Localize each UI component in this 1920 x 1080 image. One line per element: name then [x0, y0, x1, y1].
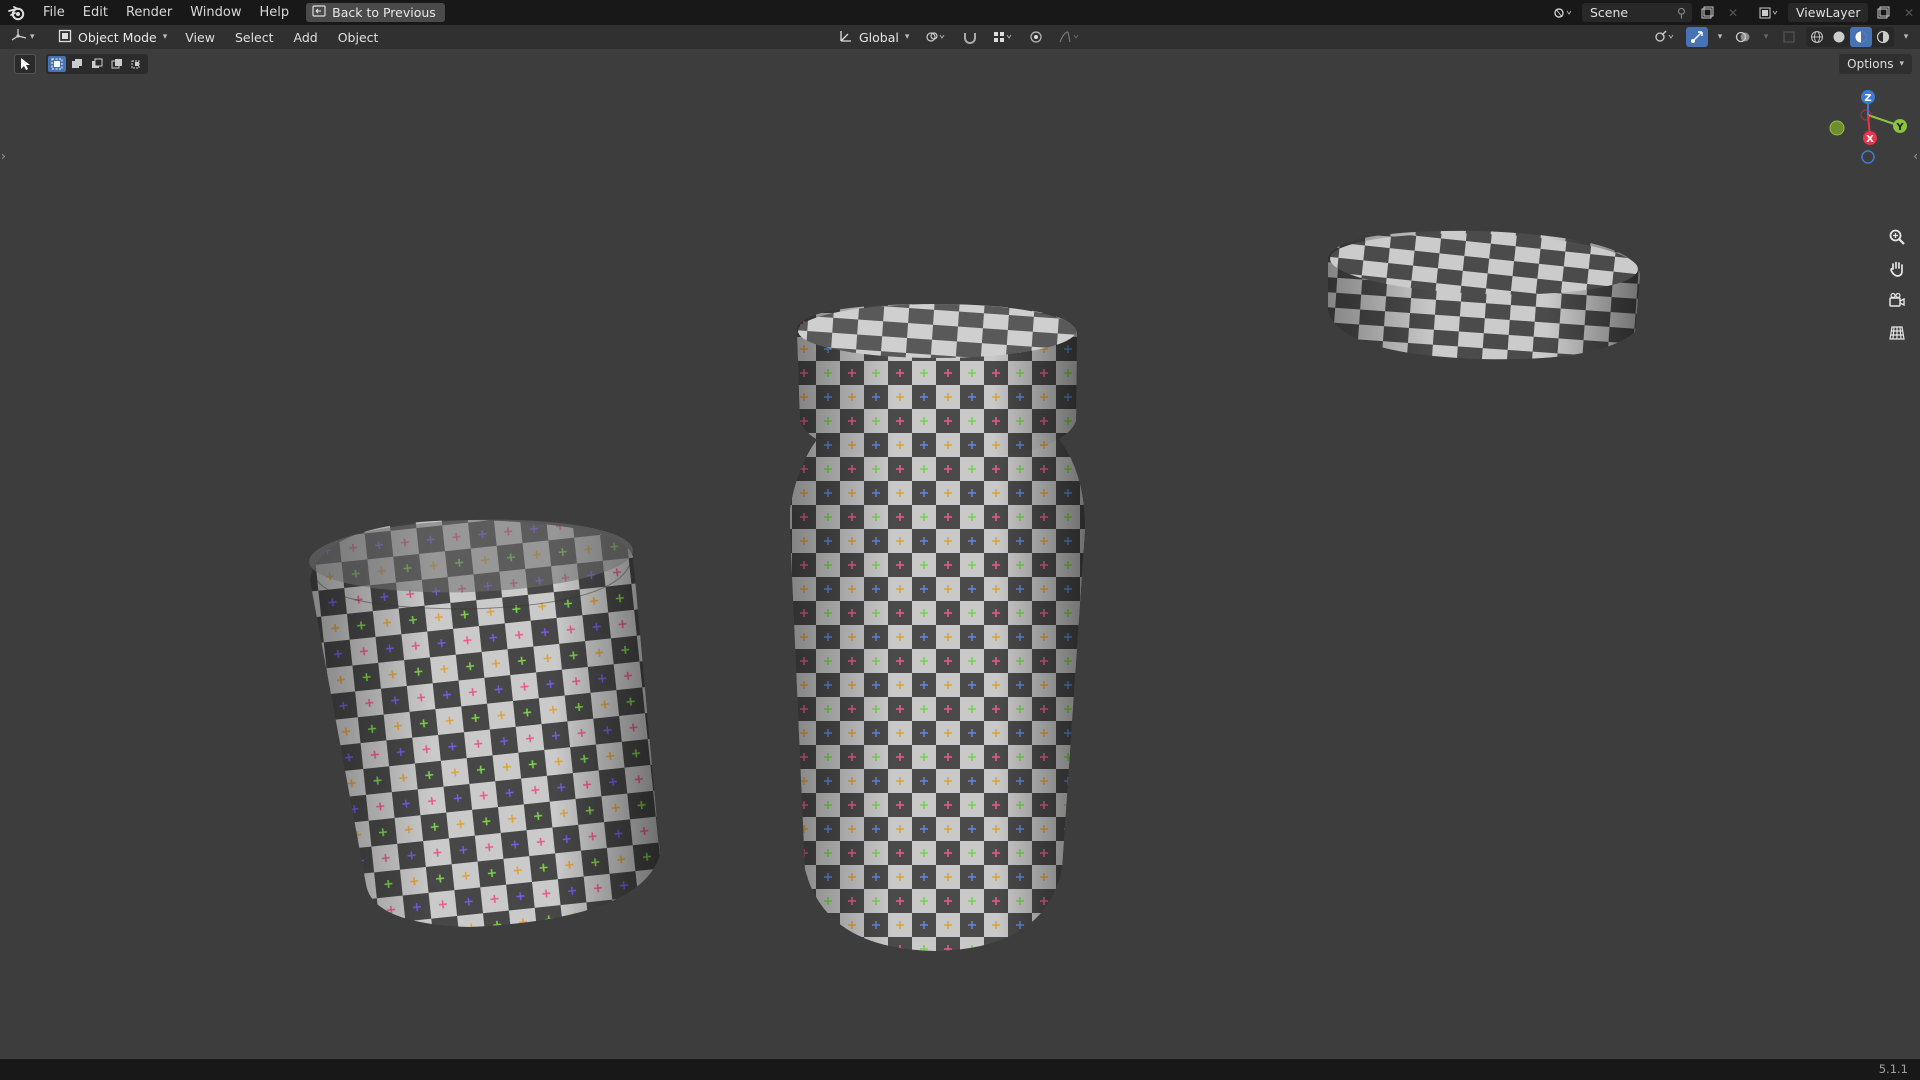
menu-view[interactable]: View	[175, 30, 225, 45]
sidebar-toggle-icon[interactable]: ‹	[1913, 149, 1918, 163]
3d-viewport[interactable]: Z Y X › ‹	[0, 49, 1920, 1059]
new-view-layer-icon[interactable]	[1872, 3, 1894, 22]
menu-file[interactable]: File	[34, 0, 74, 25]
transform-controls: Global ▾	[835, 25, 1085, 49]
pan-hand-icon[interactable]	[1884, 256, 1910, 282]
navigation-gizmo[interactable]: Z Y X	[1829, 90, 1907, 164]
material-preview-shading-icon[interactable]	[1850, 27, 1872, 47]
shading-dropdown-icon[interactable]: ▾	[1900, 27, 1912, 47]
object-mode-label: Object Mode	[78, 29, 157, 45]
proportional-editing-icon[interactable]	[1025, 27, 1047, 47]
falloff-icon[interactable]	[1055, 27, 1085, 47]
pivot-point-icon[interactable]	[921, 27, 951, 47]
scene-name-field[interactable]: Scene ⚲	[1582, 3, 1692, 22]
scene-browse-icon[interactable]	[1548, 3, 1578, 22]
back-to-previous-label: Back to Previous	[332, 5, 436, 20]
overlays-toggle-icon[interactable]	[1732, 27, 1754, 47]
grid-perspective-icon[interactable]	[1884, 320, 1910, 346]
status-bar: 5.1.1	[0, 1059, 1920, 1080]
object-mode-icon	[58, 29, 72, 46]
viewport-header: ▾ Object Mode ▾ View Select Add Object G…	[0, 25, 1920, 49]
blender-logo-icon[interactable]	[0, 0, 34, 25]
visibility-selectability-icon[interactable]	[1650, 27, 1680, 47]
solid-shading-icon[interactable]	[1828, 27, 1850, 47]
transform-orientation-dropdown[interactable]: Global ▾	[835, 27, 914, 47]
gizmo-x-label: X	[1866, 134, 1874, 145]
object-mode-dropdown[interactable]: Object Mode ▾	[52, 27, 176, 47]
view-layer-browse-icon[interactable]	[1754, 3, 1784, 22]
shading-mode-group	[1806, 27, 1894, 47]
editor-type-selector[interactable]: ▾	[10, 27, 52, 47]
zoom-icon[interactable]	[1884, 224, 1910, 250]
gizmo-neg-z-axis[interactable]	[1861, 150, 1875, 164]
menu-window[interactable]: Window	[181, 0, 250, 25]
top-right-controls: Scene ⚲ ✕ ViewLayer ✕	[1548, 0, 1920, 25]
menu-edit[interactable]: Edit	[74, 0, 117, 25]
3d-viewport-icon	[10, 27, 28, 47]
top-bar: File Edit Render Window Help Back to Pre…	[0, 0, 1920, 25]
chevron-down-icon: ▾	[904, 32, 910, 42]
menu-add[interactable]: Add	[284, 30, 328, 45]
wireframe-shading-icon[interactable]	[1806, 27, 1828, 47]
scene-name: Scene	[1590, 5, 1629, 20]
snap-target-icon[interactable]	[989, 27, 1017, 47]
snap-toggle-icon[interactable]	[959, 27, 981, 47]
xray-toggle-icon[interactable]	[1778, 27, 1800, 47]
orientation-icon	[839, 29, 853, 46]
close-view-layer-icon[interactable]: ✕	[1898, 3, 1920, 22]
overlays-dropdown-icon[interactable]: ▾	[1760, 27, 1772, 47]
chevron-down-icon: ▾	[162, 32, 168, 42]
gizmo-y-label: Y	[1895, 122, 1904, 133]
orientation-label: Global	[859, 29, 899, 45]
toolbar-toggle-icon[interactable]: ›	[1, 149, 6, 163]
gizmo-toggle-icon[interactable]	[1686, 27, 1708, 47]
viewport-display-controls: ▾ ▾ ▾	[1650, 25, 1912, 49]
back-to-previous-button[interactable]: Back to Previous	[306, 3, 445, 22]
menu-object[interactable]: Object	[328, 30, 389, 45]
gizmo-dropdown-icon[interactable]: ▾	[1714, 27, 1726, 47]
bottle-object[interactable]	[790, 304, 1085, 951]
gizmo-neg-y-axis[interactable]	[1829, 120, 1845, 136]
viewport-scene: Z Y X	[308, 90, 1907, 951]
lid-object[interactable]	[1328, 229, 1640, 360]
gizmo-z-label: Z	[1864, 93, 1871, 104]
open-cylinder-object[interactable]	[308, 514, 660, 927]
new-scene-icon[interactable]	[1696, 3, 1718, 22]
view-layer-field[interactable]: ViewLayer	[1788, 3, 1868, 22]
chevron-down-icon: ▾	[30, 32, 35, 42]
rendered-shading-icon[interactable]	[1872, 27, 1894, 47]
camera-icon[interactable]	[1884, 288, 1910, 314]
back-to-previous-icon	[312, 5, 326, 20]
view-layer-name: ViewLayer	[1796, 5, 1861, 20]
menu-help[interactable]: Help	[251, 0, 299, 25]
version-label: 5.1.1	[1878, 1062, 1908, 1076]
pin-icon[interactable]: ⚲	[1677, 5, 1686, 20]
close-scene-icon[interactable]: ✕	[1722, 3, 1744, 22]
navigation-tools	[1884, 224, 1910, 346]
menu-select[interactable]: Select	[225, 30, 284, 45]
menu-render[interactable]: Render	[117, 0, 181, 25]
